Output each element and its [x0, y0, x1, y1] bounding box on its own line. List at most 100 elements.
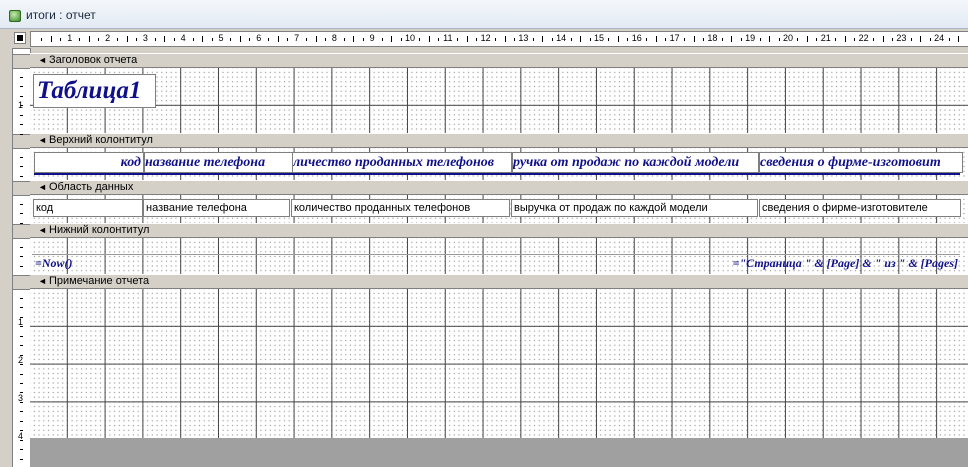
- footer-page-expression[interactable]: ="Страница " & [Page] & " из " & [Pages]: [680, 256, 958, 270]
- field-phone-name[interactable]: название телефона: [143, 199, 290, 217]
- ruler-tick: [608, 38, 610, 41]
- ruler-tick: [873, 38, 875, 41]
- ruler-tick: [721, 38, 723, 41]
- ruler-tick: [20, 459, 23, 460]
- footer-divider: [32, 254, 960, 255]
- ruler-tick: [882, 36, 884, 42]
- ruler-tick: [20, 374, 23, 375]
- field-revenue[interactable]: выручка от продаж по каждой модели: [511, 199, 758, 217]
- field-code[interactable]: код: [33, 199, 143, 217]
- ruler-tick: [362, 38, 364, 41]
- ruler-label: 1: [18, 100, 24, 110]
- ruler-tick: [135, 38, 137, 41]
- ruler-tick: [532, 38, 534, 41]
- ruler-label: 3: [18, 393, 24, 403]
- ruler-tick: [617, 36, 619, 42]
- vertical-ruler[interactable]: 1 1 2 3 4: [12, 48, 31, 467]
- report-selector-icon[interactable]: [14, 32, 26, 44]
- footer-date-expression[interactable]: =Now(): [35, 256, 155, 270]
- ruler-tick: [929, 38, 931, 41]
- ruler-tick: [20, 223, 23, 224]
- ruler-tick: [910, 38, 912, 41]
- ruler-label: 17: [669, 33, 680, 43]
- field-phones-sold[interactable]: количество проданных телефонов: [291, 199, 510, 217]
- ruler-tick: [958, 36, 960, 42]
- report-title-label[interactable]: Таблица1: [33, 74, 156, 108]
- section-bar-report-header[interactable]: ◄ Заголовок отчета: [30, 53, 968, 68]
- ruler-tick: [20, 86, 23, 87]
- ruler-tick: [20, 266, 23, 267]
- field-manufacturer[interactable]: сведения о фирме-изготовителе: [759, 199, 961, 217]
- ruler-tick: [542, 36, 544, 42]
- ruler-tick: [287, 38, 289, 41]
- ruler-tick: [20, 77, 23, 78]
- ruler-tick: [854, 38, 856, 41]
- ruler-label: 22: [858, 33, 869, 43]
- ruler-tick: [20, 449, 23, 450]
- section-bar-report-footer[interactable]: ◄ Примечание отчета: [30, 274, 968, 289]
- header-label-code[interactable]: код: [34, 152, 144, 173]
- ruler-tick: [173, 38, 175, 41]
- ruler-tick: [154, 38, 156, 41]
- ruler-label: 2: [105, 33, 111, 43]
- section-arrow-icon: ◄: [38, 276, 47, 286]
- window-title: итоги : отчет: [26, 8, 96, 22]
- ruler-tick: [665, 38, 667, 41]
- section-bar-page-footer[interactable]: ◄ Нижний колонтитул: [30, 223, 968, 238]
- ruler-label: 21: [820, 33, 831, 43]
- header-label-manufacturer[interactable]: сведения о фирме-изготовит: [759, 152, 963, 173]
- ruler-tick: [589, 38, 591, 41]
- ruler-tick: [797, 38, 799, 41]
- header-label-revenue[interactable]: ручка от продаж по каждой модели: [512, 152, 759, 173]
- ruler-tick: [655, 36, 657, 42]
- ruler-tick: [20, 157, 23, 158]
- ruler-tick: [513, 38, 515, 41]
- ruler-tick: [457, 38, 459, 41]
- section-label: Заголовок отчета: [49, 54, 138, 66]
- ruler-label: 13: [518, 33, 529, 43]
- ruler-tick: [20, 96, 23, 97]
- detail-grid[interactable]: код название телефона количество проданн…: [30, 195, 968, 223]
- ruler-tick: [438, 38, 440, 41]
- ruler-tick: [428, 36, 430, 42]
- ruler-section-gap: [13, 134, 30, 149]
- title-bar[interactable]: итоги : отчет: [0, 0, 968, 29]
- ruler-tick: [192, 38, 194, 41]
- ruler-tick: [164, 36, 166, 42]
- ruler-section-gap: [13, 54, 30, 69]
- ruler-tick: [249, 38, 251, 41]
- ruler-tick: [806, 36, 808, 42]
- ruler-tick: [20, 134, 23, 135]
- section-label: Верхний колонтитул: [49, 134, 153, 146]
- ruler-tick: [230, 38, 232, 41]
- ruler-label: 5: [218, 33, 224, 43]
- report-header-grid[interactable]: Таблица1: [30, 68, 968, 133]
- section-bar-page-header[interactable]: ◄ Верхний колонтитул: [30, 133, 968, 148]
- report-design-window: итоги : отчет 1 2 3 4 5 6 7 8 9 10 11 12 13 14 15 16 17 1…: [0, 0, 968, 467]
- ruler-tick: [693, 36, 695, 42]
- header-label-phones-sold[interactable]: личество проданных телефонов: [292, 152, 512, 173]
- header-label-phone-name[interactable]: название телефона: [144, 152, 293, 173]
- ruler-tick: [627, 38, 629, 41]
- page-footer-grid[interactable]: =Now() ="Страница " & [Page] & " из " & …: [30, 238, 968, 274]
- header-underline: [34, 173, 960, 175]
- ruler-tick: [646, 38, 648, 41]
- ruler-tick: [466, 36, 468, 42]
- ruler-tick: [816, 38, 818, 41]
- ruler-tick: [306, 38, 308, 41]
- ruler-tick: [844, 36, 846, 42]
- ruler-tick: [835, 38, 837, 41]
- section-arrow-icon: ◄: [38, 55, 47, 65]
- section-bar-detail[interactable]: ◄ Область данных: [30, 180, 968, 195]
- ruler-tick: [419, 38, 421, 41]
- ruler-section-gap: [13, 275, 30, 290]
- ruler-tick: [239, 36, 241, 42]
- ruler-label: 7: [294, 33, 300, 43]
- page-header-grid[interactable]: код название телефона личество проданных…: [30, 148, 968, 181]
- ruler-tick: [759, 38, 761, 41]
- ruler-tick: [920, 36, 922, 42]
- horizontal-ruler[interactable]: 1 2 3 4 5 6 7 8 9 10 11 12 13 14 15 16 17 18 19 20 21 22 23 24: [30, 31, 968, 47]
- ruler-tick: [202, 36, 204, 42]
- ruler-tick: [20, 166, 23, 167]
- report-footer-grid[interactable]: [30, 289, 968, 438]
